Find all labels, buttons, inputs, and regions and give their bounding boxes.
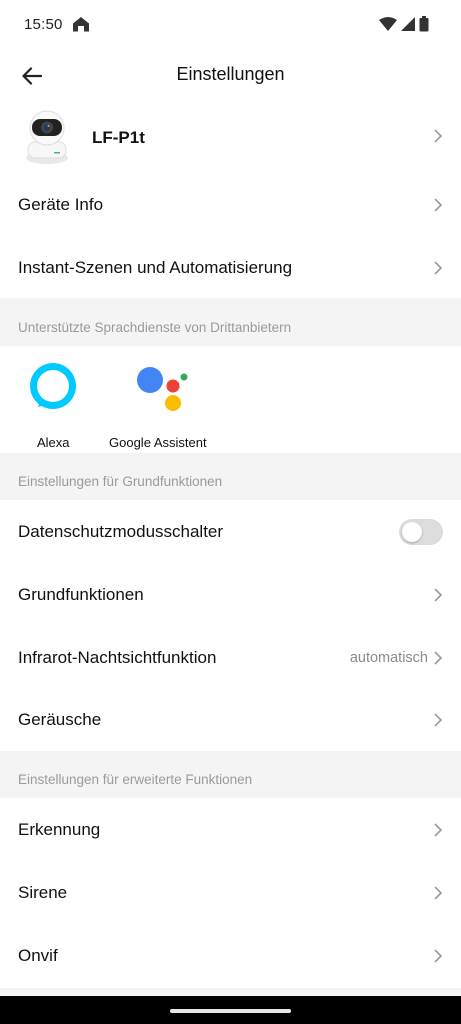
wifi-icon <box>379 17 397 36</box>
gesture-handle[interactable] <box>170 1009 291 1013</box>
row-onvif[interactable]: Onvif <box>0 925 461 987</box>
row-grundfunktionen[interactable]: Grundfunktionen <box>0 564 461 626</box>
privacy-mode-toggle[interactable] <box>399 519 443 545</box>
row-label: Geräte Info <box>18 195 104 214</box>
assistant-label-google: Google Assistent <box>109 435 207 450</box>
status-bar: 15:50 <box>0 0 461 50</box>
signal-icon <box>401 17 415 36</box>
alexa-icon <box>30 363 76 409</box>
camera-device-image <box>26 110 68 164</box>
row-label: Sirene <box>18 883 68 902</box>
device-row[interactable]: LF-P1t <box>0 102 461 170</box>
chevron-right-icon <box>434 588 443 602</box>
chevron-right-icon <box>434 823 443 837</box>
app-bar: Einstellungen <box>0 50 461 102</box>
row-label: Geräusche <box>18 710 102 729</box>
row-value: automatisch <box>349 650 428 666</box>
status-time: 15:50 <box>24 16 63 33</box>
chevron-right-icon <box>434 886 443 900</box>
row-geraete-info[interactable]: Geräte Info <box>0 174 461 236</box>
toggle-knob <box>402 522 422 542</box>
section-header-advanced: Einstellungen für erweiterte Funktionen <box>18 772 253 787</box>
chevron-right-icon <box>434 949 443 963</box>
system-nav-bar <box>0 996 461 1024</box>
row-datenschutzmodus: Datenschutzmodusschalter <box>0 501 461 563</box>
battery-icon <box>419 16 429 37</box>
chevron-right-icon <box>434 713 443 727</box>
chevron-right-icon <box>434 261 443 275</box>
chevron-right-icon <box>434 651 443 665</box>
section-header-voice: Unterstützte Sprachdienste von Drittanbi… <box>18 320 292 335</box>
assistant-alexa[interactable] <box>26 360 80 412</box>
device-name: LF-P1t <box>92 128 145 147</box>
home-icon <box>72 15 90 38</box>
row-infrarot-nachtsicht[interactable]: Infrarot-Nachtsichtfunktion automatisch <box>0 627 461 689</box>
row-label: Erkennung <box>18 820 101 839</box>
chevron-right-icon <box>434 198 443 212</box>
row-label: Datenschutzmodusschalter <box>18 522 224 541</box>
google-assistant-icon <box>137 367 188 411</box>
chevron-right-icon <box>434 129 443 143</box>
row-instant-szenen[interactable]: Instant-Szenen und Automatisierung <box>0 237 461 299</box>
row-sirene[interactable]: Sirene <box>0 862 461 924</box>
section-header-basic: Einstellungen für Grundfunktionen <box>18 474 223 489</box>
row-label: Grundfunktionen <box>18 585 144 604</box>
row-label: Infrarot-Nachtsichtfunktion <box>18 648 217 667</box>
assistant-label-alexa: Alexa <box>37 435 70 450</box>
assistant-google[interactable] <box>132 360 192 414</box>
row-geraeusche[interactable]: Geräusche <box>0 689 461 751</box>
row-label: Instant-Szenen und Automatisierung <box>18 258 293 277</box>
page-title: Einstellungen <box>176 64 285 84</box>
row-erkennung[interactable]: Erkennung <box>0 799 461 861</box>
row-label: Onvif <box>18 946 58 965</box>
